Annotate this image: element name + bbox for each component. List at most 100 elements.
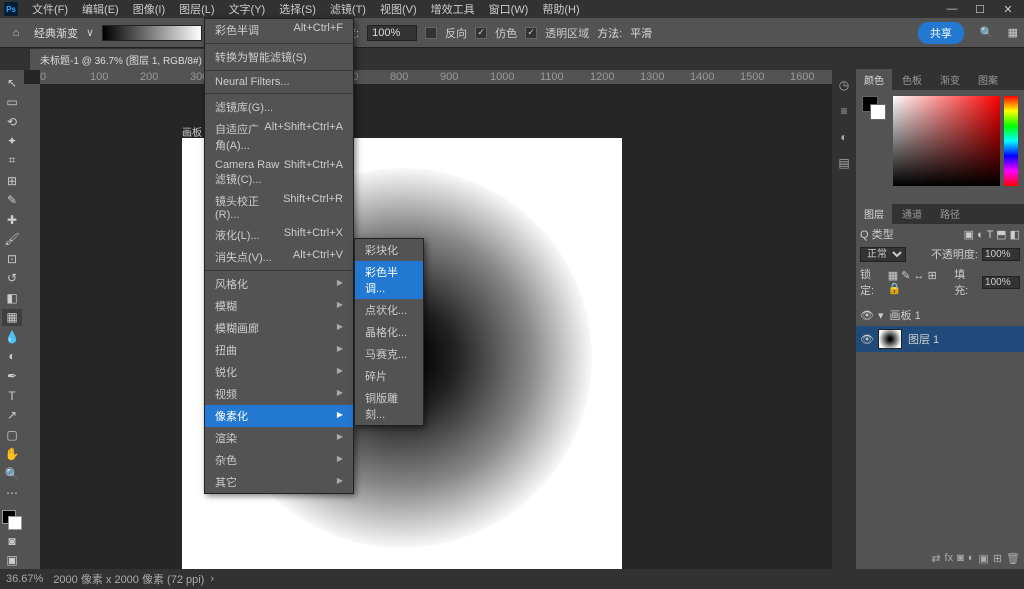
color-swatches[interactable]: [2, 510, 22, 530]
home-icon[interactable]: ⌂: [6, 23, 26, 43]
menu-blur-gallery[interactable]: 模糊画廊: [205, 317, 353, 339]
fill-input[interactable]: [982, 276, 1020, 289]
menu-other[interactable]: 其它: [205, 471, 353, 493]
menu-select[interactable]: 选择(S): [273, 0, 322, 18]
menu-video[interactable]: 视频: [205, 383, 353, 405]
submenu-crystallize[interactable]: 晶格化...: [355, 321, 423, 343]
menu-repeat-filter[interactable]: 彩色半调Alt+Ctrl+F: [205, 19, 353, 41]
adjustment-icon[interactable]: ◐: [968, 552, 975, 565]
menu-filter[interactable]: 滤镜(T): [324, 0, 372, 18]
document-tab[interactable]: 未标题-1 @ 36.7% (图层 1, RGB/8#) *: [30, 49, 227, 70]
zoom-tool-icon[interactable]: 🔍: [2, 465, 22, 483]
menu-camera-raw[interactable]: Camera Raw 滤镜(C)...Shift+Ctrl+A: [205, 156, 353, 190]
selection-tool-icon[interactable]: ✦: [2, 133, 22, 151]
screen-mode-icon[interactable]: ▣: [2, 552, 22, 570]
chevron-right-icon[interactable]: ›: [210, 573, 214, 585]
marquee-tool-icon[interactable]: ▭: [2, 94, 22, 112]
filter-icons[interactable]: ▣ ◐ T ⬒ ◧: [964, 228, 1020, 241]
menu-noise[interactable]: 杂色: [205, 449, 353, 471]
menu-stylize[interactable]: 风格化: [205, 273, 353, 295]
tab-gradients[interactable]: 渐变: [932, 69, 968, 90]
dither-checkbox[interactable]: ✓: [475, 27, 487, 39]
submenu-fragment[interactable]: 碎片: [355, 365, 423, 387]
group-icon[interactable]: ▣: [978, 552, 988, 565]
menu-type[interactable]: 文字(Y): [223, 0, 272, 18]
menu-lens-correction[interactable]: 镜头校正(R)...Shift+Ctrl+R: [205, 190, 353, 224]
healing-tool-icon[interactable]: ✚: [2, 211, 22, 229]
tab-color[interactable]: 颜色: [856, 69, 892, 90]
adjustments-panel-icon[interactable]: ◐: [835, 128, 853, 146]
menu-distort[interactable]: 扭曲: [205, 339, 353, 361]
path-tool-icon[interactable]: ↗: [2, 406, 22, 424]
tab-paths[interactable]: 路径: [932, 203, 968, 224]
visibility-icon[interactable]: 👁: [860, 333, 872, 346]
history-brush-icon[interactable]: ↺: [2, 269, 22, 287]
lasso-tool-icon[interactable]: ⟲: [2, 113, 22, 131]
tab-swatches[interactable]: 色板: [894, 69, 930, 90]
type-tool-icon[interactable]: T: [2, 387, 22, 405]
crop-tool-icon[interactable]: ⌗: [2, 152, 22, 170]
color-field[interactable]: [893, 96, 1000, 186]
gradient-preview[interactable]: [102, 25, 202, 41]
tab-patterns[interactable]: 图案: [970, 69, 1006, 90]
fg-bg-swatches[interactable]: [862, 96, 889, 186]
submenu-mezzotint[interactable]: 铜版雕刻...: [355, 387, 423, 425]
properties-panel-icon[interactable]: ≡: [835, 102, 853, 120]
menu-adaptive-wide-angle[interactable]: 自适应广角(A)...Alt+Shift+Ctrl+A: [205, 118, 353, 156]
move-tool-icon[interactable]: ↖: [2, 74, 22, 92]
menu-edit[interactable]: 编辑(E): [76, 0, 125, 18]
quick-mask-icon[interactable]: ◙: [2, 532, 22, 550]
menu-help[interactable]: 帮助(H): [536, 0, 585, 18]
menu-sharpen[interactable]: 锐化: [205, 361, 353, 383]
new-layer-icon[interactable]: ⊞: [993, 552, 1002, 565]
close-button[interactable]: ✕: [996, 3, 1020, 16]
transparency-checkbox[interactable]: ✓: [525, 27, 537, 39]
tab-layers[interactable]: 图层: [856, 203, 892, 224]
reverse-checkbox[interactable]: [425, 27, 437, 39]
menu-vanishing-point[interactable]: 消失点(V)...Alt+Ctrl+V: [205, 246, 353, 268]
layer-row-artboard[interactable]: 👁 ▾ 画板 1: [856, 304, 1024, 326]
search-icon[interactable]: 🔍: [980, 26, 994, 39]
blend-mode-select[interactable]: 正常: [860, 247, 906, 262]
mask-icon[interactable]: ◙: [957, 552, 964, 565]
menu-render[interactable]: 渲染: [205, 427, 353, 449]
trash-icon[interactable]: 🗑: [1006, 552, 1020, 565]
menu-blur[interactable]: 模糊: [205, 295, 353, 317]
menu-liquify[interactable]: 液化(L)...Shift+Ctrl+X: [205, 224, 353, 246]
gradient-tool-icon[interactable]: ▦: [2, 309, 22, 327]
pen-tool-icon[interactable]: ✒: [2, 367, 22, 385]
submenu-mosaic[interactable]: 马赛克...: [355, 343, 423, 365]
lock-icons[interactable]: ▦ ✎ ↔ ⊞ 🔒: [888, 269, 950, 295]
method-value[interactable]: 平滑: [630, 25, 652, 41]
submenu-color-halftone[interactable]: 彩色半调...: [355, 261, 423, 299]
fx-icon[interactable]: fx: [945, 552, 954, 565]
share-button[interactable]: 共享: [918, 22, 964, 44]
hue-slider[interactable]: [1004, 96, 1018, 186]
submenu-pointillize[interactable]: 点状化...: [355, 299, 423, 321]
menu-pixelate[interactable]: 像素化: [205, 405, 353, 427]
eyedropper-tool-icon[interactable]: ✎: [2, 191, 22, 209]
chevron-down-icon[interactable]: ▾: [878, 309, 884, 322]
brush-tool-icon[interactable]: 🖌: [2, 230, 22, 248]
libraries-panel-icon[interactable]: ▤: [835, 154, 853, 172]
workspace-icon[interactable]: ▦: [1008, 26, 1018, 39]
menu-plugins[interactable]: 增效工具: [425, 0, 481, 18]
tab-channels[interactable]: 通道: [894, 203, 930, 224]
layer-row-layer1[interactable]: 👁 图层 1: [856, 326, 1024, 352]
submenu-facet[interactable]: 彩块化: [355, 239, 423, 261]
dodge-tool-icon[interactable]: ◐: [2, 348, 22, 366]
zoom-level[interactable]: 36.67%: [6, 573, 43, 585]
edit-toolbar-icon[interactable]: ⋯: [2, 484, 22, 502]
eraser-tool-icon[interactable]: ◧: [2, 289, 22, 307]
menu-smart-filter[interactable]: 转换为智能滤镜(S): [205, 46, 353, 68]
blur-tool-icon[interactable]: 💧: [2, 328, 22, 346]
minimize-button[interactable]: —: [940, 3, 964, 16]
visibility-icon[interactable]: 👁: [860, 309, 872, 322]
link-icon[interactable]: ⇄: [931, 552, 940, 565]
shape-tool-icon[interactable]: ▢: [2, 426, 22, 444]
maximize-button[interactable]: ☐: [968, 3, 992, 16]
doc-info[interactable]: 2000 像素 x 2000 像素 (72 ppi): [53, 571, 204, 587]
menu-view[interactable]: 视图(V): [374, 0, 423, 18]
opacity-input[interactable]: [367, 25, 417, 41]
history-panel-icon[interactable]: ◷: [835, 76, 853, 94]
